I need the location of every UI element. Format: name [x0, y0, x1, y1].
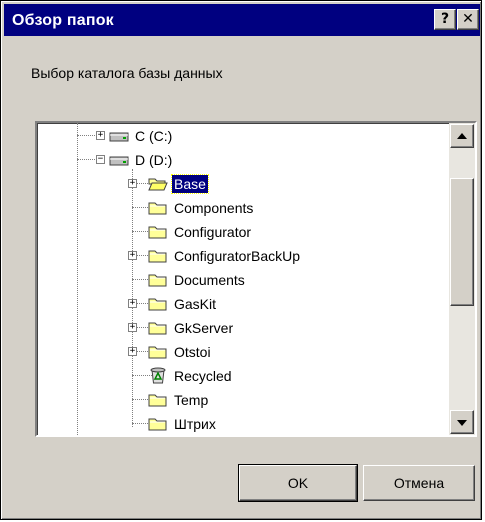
expand-toggle[interactable]: + — [128, 299, 137, 308]
help-button[interactable]: ? — [434, 9, 456, 30]
window-title: Обзор папок — [12, 12, 114, 29]
vertical-scrollbar[interactable] — [449, 123, 475, 435]
dialog-prompt: Выбор каталога базы данных — [31, 65, 223, 81]
close-button[interactable]: ✕ — [457, 9, 479, 30]
scroll-up-button[interactable] — [450, 124, 474, 148]
tree-item-label: ConfiguratorBackUp — [174, 248, 301, 264]
folder-icon — [148, 202, 167, 215]
expand-toggle[interactable]: + — [96, 131, 105, 140]
folder-open-icon — [148, 178, 168, 191]
folder-icon — [148, 298, 167, 311]
arrow-down-icon — [457, 420, 467, 426]
tree-item-documents[interactable]: Documents — [37, 269, 437, 291]
tree-item-d-drive[interactable]: − D (D:) — [37, 149, 437, 171]
tree-item-c-drive[interactable]: + C (C:) — [37, 125, 437, 147]
tree-item-configuratorbackup[interactable]: + ConfiguratorBackUp — [37, 245, 437, 267]
tree-item-label: C (C:) — [135, 128, 173, 144]
drive-icon — [109, 132, 129, 142]
tree-item-label: Base — [171, 174, 209, 194]
tree-item-gkserver[interactable]: + GkServer — [37, 317, 437, 339]
folder-icon — [148, 226, 167, 239]
tree-item-label: GkServer — [174, 320, 234, 336]
folder-icon — [148, 250, 167, 263]
recycle-bin-icon — [150, 367, 166, 384]
folder-icon — [148, 322, 167, 335]
folder-icon — [148, 346, 167, 359]
expand-toggle[interactable]: + — [128, 251, 137, 260]
tree-item-label: Temp — [174, 392, 209, 408]
scroll-down-button[interactable] — [450, 410, 474, 434]
tree-item-components[interactable]: Components — [37, 197, 437, 219]
tree-item-configurator[interactable]: Configurator — [37, 221, 437, 243]
tree-item-temp[interactable]: Temp — [37, 389, 437, 411]
tree-item-base[interactable]: + Base — [37, 173, 437, 195]
expand-toggle[interactable]: + — [128, 323, 137, 332]
tree-item-label: Documents — [174, 272, 245, 288]
tree-item-label: GasKit — [174, 296, 217, 312]
collapse-toggle[interactable]: − — [96, 155, 105, 164]
folder-icon — [148, 394, 167, 407]
tree-item-label: Components — [174, 200, 254, 216]
arrow-up-icon — [457, 133, 467, 139]
expand-toggle[interactable]: + — [128, 347, 137, 356]
tree-area: + C (C:) − D (D:) + Base Components Conf… — [37, 123, 447, 435]
folder-icon — [148, 274, 167, 287]
tree-item-label: D (D:) — [135, 152, 173, 168]
tree-item-label: Штрих — [174, 416, 216, 432]
folder-icon — [148, 418, 167, 431]
expand-toggle[interactable]: + — [128, 179, 137, 188]
tree-item-label: Recycled — [174, 368, 232, 384]
tree-item-gaskit[interactable]: + GasKit — [37, 293, 437, 315]
cancel-button[interactable]: Отмена — [363, 465, 475, 501]
tree-item-recycled[interactable]: Recycled — [37, 365, 437, 387]
browse-folders-dialog: Обзор папок ? ✕ Выбор каталога базы данн… — [0, 0, 482, 520]
tree-item-label: Otstoi — [174, 344, 211, 360]
drive-icon — [109, 156, 129, 166]
folder-tree[interactable]: + C (C:) − D (D:) + Base Components Conf… — [35, 121, 477, 437]
title-bar[interactable]: Обзор папок ? ✕ — [4, 4, 480, 36]
tree-item-label: Configurator — [174, 224, 252, 240]
tree-item-shtrih[interactable]: Штрих — [37, 413, 437, 435]
ok-button[interactable]: OK — [238, 464, 358, 502]
scroll-thumb[interactable] — [450, 178, 474, 306]
tree-item-otstoi[interactable]: + Otstoi — [37, 341, 437, 363]
